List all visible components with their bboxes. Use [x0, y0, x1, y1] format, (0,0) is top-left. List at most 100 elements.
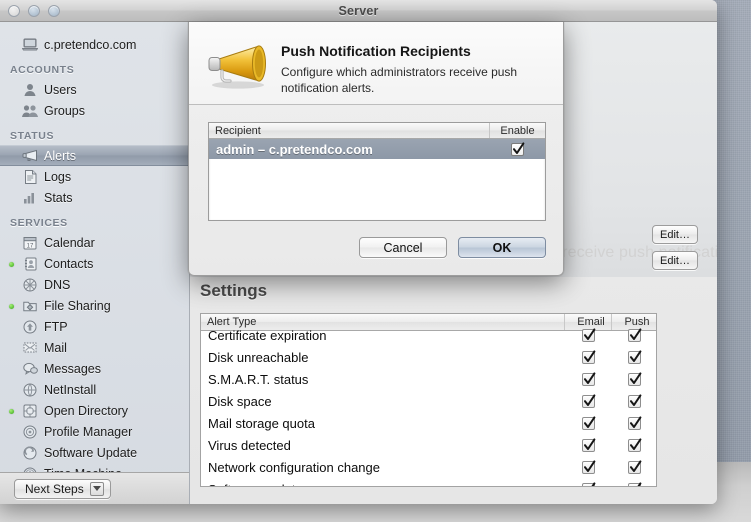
next-steps-button[interactable]: Next Steps [14, 479, 111, 499]
push-checkbox-cell[interactable] [612, 439, 656, 452]
minimize-button[interactable] [28, 5, 40, 17]
sidebar-item-ftp[interactable]: FTP [0, 316, 189, 337]
laptop-icon [22, 37, 38, 52]
push-checkbox-cell[interactable] [612, 329, 656, 342]
table-row[interactable]: Network configuration change [201, 456, 656, 478]
server-window: Server c.pretendco.com ACC [0, 0, 717, 504]
cancel-button[interactable]: Cancel [359, 237, 447, 258]
document-icon [22, 169, 38, 184]
sidebar-item-software-update[interactable]: Software Update [0, 442, 189, 463]
sidebar-item-stats[interactable]: Stats [0, 187, 189, 208]
sidebar-item-open-directory[interactable]: Open Directory [0, 400, 189, 421]
email-checkbox-cell[interactable] [565, 373, 612, 386]
push-checkbox-cell[interactable] [612, 373, 656, 386]
checkbox[interactable] [582, 461, 595, 474]
alert-settings-table[interactable]: Alert Type Email Push Certificate expira… [200, 313, 657, 487]
checkbox[interactable] [582, 395, 595, 408]
open-directory-icon [22, 403, 38, 418]
sheet-button-row: Cancel OK [359, 237, 546, 258]
recipient-label: admin – c.pretendco.com [209, 142, 490, 157]
checkbox[interactable] [582, 329, 595, 342]
sidebar-item-label: File Sharing [44, 299, 111, 313]
checkbox[interactable] [628, 483, 641, 488]
status-dot-running [9, 409, 14, 414]
sidebar-item-host[interactable]: c.pretendco.com [0, 34, 189, 55]
checkbox[interactable] [628, 461, 641, 474]
email-checkbox-cell[interactable] [565, 351, 612, 364]
checkbox[interactable] [511, 143, 524, 156]
checkbox[interactable] [628, 329, 641, 342]
table-row[interactable]: Certificate expiration [201, 324, 656, 346]
sidebar-item-profile-manager[interactable]: Profile Manager [0, 421, 189, 442]
window-title: Server [338, 4, 378, 18]
enable-checkbox-cell[interactable] [490, 143, 545, 156]
next-steps-label: Next Steps [25, 482, 84, 496]
sidebar-item-file-sharing[interactable]: File Sharing [0, 295, 189, 316]
table-row[interactable]: Disk space [201, 390, 656, 412]
recipients-table[interactable]: Recipient Enable admin – c.pretendco.com [208, 122, 546, 221]
alert-type-label: Network configuration change [201, 460, 565, 475]
sidebar-item-mail[interactable]: Mail [0, 337, 189, 358]
table-row[interactable]: Software updates [201, 478, 656, 487]
table-row[interactable]: S.M.A.R.T. status [201, 368, 656, 390]
push-checkbox-cell[interactable] [612, 395, 656, 408]
push-checkbox-cell[interactable] [612, 483, 656, 488]
calendar-icon: 17 [22, 235, 38, 250]
checkbox[interactable] [582, 483, 595, 488]
sidebar-scroll-area[interactable]: c.pretendco.com ACCOUNTS Users [0, 22, 189, 472]
sidebar-item-label: NetInstall [44, 383, 96, 397]
sidebar-item-netinstall[interactable]: NetInstall [0, 379, 189, 400]
checkbox[interactable] [628, 417, 641, 430]
alert-type-label: Certificate expiration [201, 328, 565, 343]
sidebar-item-messages[interactable]: Messages [0, 358, 189, 379]
edit-button-1[interactable]: Edit… [652, 225, 698, 244]
email-checkbox-cell[interactable] [565, 439, 612, 452]
email-checkbox-cell[interactable] [565, 417, 612, 430]
table-row[interactable]: Virus detected [201, 434, 656, 456]
sidebar-item-label: Stats [44, 191, 73, 205]
sidebar-group-status: STATUS [0, 121, 189, 145]
push-checkbox-cell[interactable] [612, 461, 656, 474]
edit-button-2[interactable]: Edit… [652, 251, 698, 270]
checkbox[interactable] [582, 439, 595, 452]
email-checkbox-cell[interactable] [565, 461, 612, 474]
sidebar-item-users[interactable]: Users [0, 79, 189, 100]
sidebar-item-label: Profile Manager [44, 425, 132, 439]
checkbox[interactable] [628, 373, 641, 386]
checkbox[interactable] [582, 417, 595, 430]
megaphone-icon [205, 40, 271, 95]
sidebar-group-services: SERVICES [0, 208, 189, 232]
table-row[interactable]: Disk unreachable [201, 346, 656, 368]
checkbox[interactable] [628, 439, 641, 452]
ok-button[interactable]: OK [458, 237, 546, 258]
column-header-recipient[interactable]: Recipient [209, 123, 490, 138]
checkbox[interactable] [628, 395, 641, 408]
profile-manager-icon [22, 424, 38, 439]
user-icon [22, 82, 38, 97]
sidebar-item-calendar[interactable]: 17 Calendar [0, 232, 189, 253]
close-button[interactable] [8, 5, 20, 17]
zoom-button[interactable] [48, 5, 60, 17]
sidebar-item-contacts[interactable]: Contacts [0, 253, 189, 274]
checkbox[interactable] [582, 351, 595, 364]
window-titlebar[interactable]: Server [0, 0, 717, 22]
sidebar-item-alerts[interactable]: Alerts [0, 145, 189, 166]
dns-icon [22, 277, 38, 292]
sidebar-item-groups[interactable]: Groups [0, 100, 189, 121]
netinstall-icon [22, 382, 38, 397]
table-row[interactable]: Mail storage quota [201, 412, 656, 434]
sidebar-item-label: Logs [44, 170, 71, 184]
email-checkbox-cell[interactable] [565, 395, 612, 408]
push-notification-recipients-sheet: Push Notification Recipients Configure w… [188, 22, 564, 276]
recipient-row[interactable]: admin – c.pretendco.com [209, 139, 545, 159]
sidebar-item-label: Software Update [44, 446, 137, 460]
column-header-enable[interactable]: Enable [490, 123, 545, 138]
sidebar-item-dns[interactable]: DNS [0, 274, 189, 295]
email-checkbox-cell[interactable] [565, 329, 612, 342]
sidebar-item-logs[interactable]: Logs [0, 166, 189, 187]
checkbox[interactable] [582, 373, 595, 386]
checkbox[interactable] [628, 351, 641, 364]
push-checkbox-cell[interactable] [612, 351, 656, 364]
email-checkbox-cell[interactable] [565, 483, 612, 488]
push-checkbox-cell[interactable] [612, 417, 656, 430]
